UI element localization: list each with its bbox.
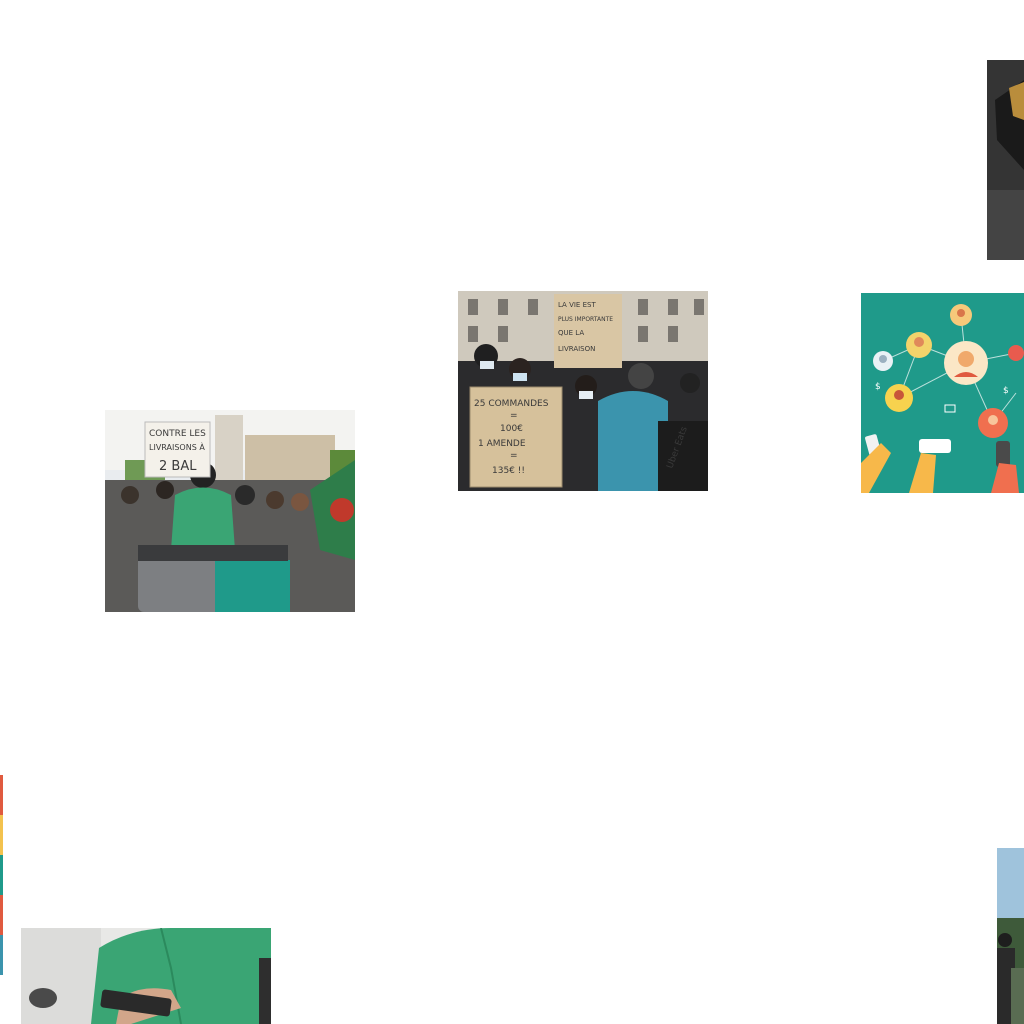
protest-photo-center: Uber Eats LA VIE EST PLUS IMPORTANTE QUE… <box>458 291 708 491</box>
sign-line-1: CONTRE LES <box>149 429 206 439</box>
bottom-sign-line-6: 135€ !! <box>492 466 525 476</box>
dollar-symbol-2: $ <box>1003 386 1009 396</box>
social-network-illustration: $ $ <box>861 293 1024 493</box>
courier-phone-photo <box>21 928 271 1024</box>
top-sign-line-4: LIVRAISON <box>558 345 595 353</box>
bottom-sign-line-4: 1 AMENDE <box>478 439 526 449</box>
top-sign-line-2: PLUS IMPORTANTE <box>558 316 613 323</box>
sign-line-2: LIVRAISONS À <box>149 441 205 452</box>
top-sign-line-1: LA VIE EST <box>558 301 596 309</box>
photo-fragment-right-edge <box>997 848 1024 1024</box>
dollar-symbol-1: $ <box>875 382 881 392</box>
bottom-sign-line-2: = <box>510 411 518 421</box>
sign-line-3: 2 BAL <box>159 459 197 474</box>
bottom-sign-line-1: 25 COMMANDES <box>474 399 549 409</box>
bottom-sign-line-5: = <box>510 451 518 461</box>
protest-photo-left: CONTRE LES LIVRAISONS À 2 BAL <box>105 410 355 612</box>
top-sign-line-3: QUE LA <box>558 329 584 337</box>
photo-fragment-top-right <box>987 60 1024 260</box>
bottom-sign-line-3: 100€ <box>500 424 523 434</box>
photo-fragment-left-edge <box>0 775 3 975</box>
